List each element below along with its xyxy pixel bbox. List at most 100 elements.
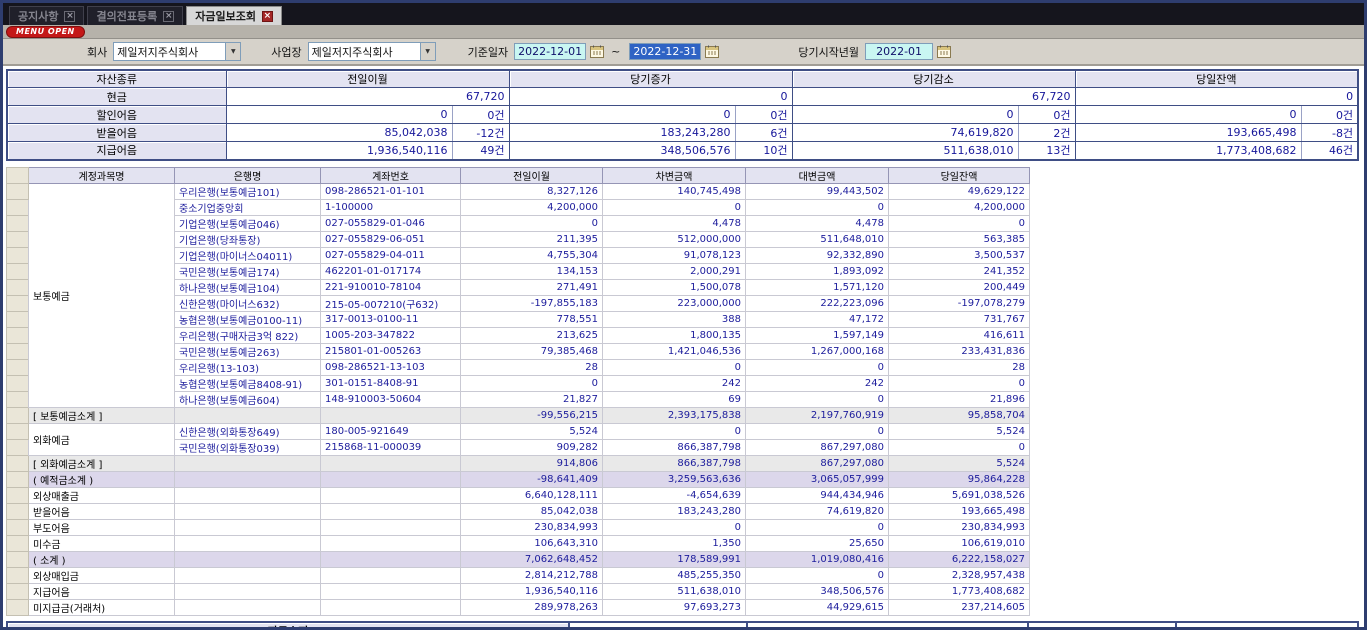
account-name-cell: [ 외화예금소계 ]	[29, 455, 175, 471]
business-site-value: 제일저지주식회사	[309, 44, 420, 60]
detail-row[interactable]: 외상매입금2,814,212,788485,255,35002,328,957,…	[7, 567, 1030, 583]
row-indicator[interactable]	[7, 551, 29, 567]
row-indicator[interactable]	[7, 599, 29, 615]
tab-fund-daily-report[interactable]: 자금일보조회 ×	[186, 6, 282, 25]
amount-cell: 193,665,498	[889, 503, 1030, 519]
asset-type-cell[interactable]: 받을어음	[7, 124, 226, 142]
column-header: 당일잔액	[889, 167, 1030, 183]
detail-row[interactable]: 외화예금신한은행(외화통장649)180-005-9216495,524005,…	[7, 423, 1030, 439]
row-indicator[interactable]	[7, 231, 29, 247]
asset-type-cell[interactable]: 할인어음	[7, 106, 226, 124]
row-indicator[interactable]	[7, 455, 29, 471]
amount-cell: 0	[746, 391, 889, 407]
amount-cell: 67,720	[226, 88, 509, 106]
account-name-cell: 외상매입금	[29, 567, 175, 583]
amount-cell: 69	[603, 391, 746, 407]
amount-cell: 0	[792, 106, 1018, 124]
amount-cell: 0	[746, 519, 889, 535]
amount-cell: 134,153	[461, 263, 603, 279]
row-indicator[interactable]	[7, 263, 29, 279]
row-indicator[interactable]	[7, 199, 29, 215]
date-from-input[interactable]: 2022-12-01	[514, 43, 586, 60]
amount-cell: 47,172	[746, 311, 889, 327]
row-indicator[interactable]	[7, 519, 29, 535]
row-indicator[interactable]	[7, 327, 29, 343]
row-indicator[interactable]	[7, 359, 29, 375]
amount-cell: 6,222,158,027	[889, 551, 1030, 567]
tab-notice[interactable]: 공지사항 ×	[9, 6, 84, 25]
close-icon[interactable]: ×	[262, 11, 273, 22]
detail-row[interactable]: 외상매출금6,640,128,111-4,654,639944,434,9465…	[7, 487, 1030, 503]
amount-cell: 3,065,057,999	[746, 471, 889, 487]
row-indicator[interactable]	[7, 583, 29, 599]
calendar-icon	[937, 45, 951, 58]
row-indicator[interactable]	[7, 391, 29, 407]
amount-cell: 211,395	[461, 231, 603, 247]
amount-cell: 230,834,993	[461, 519, 603, 535]
detail-row[interactable]: [ 보통예금소계 ]-99,556,2152,393,175,8382,197,…	[7, 407, 1030, 423]
company-value: 제일저지주식회사	[114, 44, 225, 60]
amount-cell: 242	[746, 375, 889, 391]
calendar-icon[interactable]	[935, 44, 952, 59]
detail-row[interactable]: 미수금106,643,3101,35025,650106,619,010	[7, 535, 1030, 551]
account-number-cell: 317-0013-0100-11	[321, 311, 461, 327]
account-number-cell: 462201-01-017174	[321, 263, 461, 279]
row-indicator[interactable]	[7, 439, 29, 455]
row-indicator[interactable]	[7, 311, 29, 327]
count-cell: -12건	[452, 124, 509, 142]
calendar-icon[interactable]	[588, 44, 605, 59]
close-icon[interactable]: ×	[64, 11, 75, 22]
row-indicator[interactable]	[7, 503, 29, 519]
detail-row[interactable]: 보통예금우리은행(보통예금101)098-286521-01-1018,327,…	[7, 183, 1030, 199]
row-indicator[interactable]	[7, 247, 29, 263]
detail-row[interactable]: 부도어음230,834,99300230,834,993	[7, 519, 1030, 535]
summary-header-row: 자산종류 전일이월 당기증가 당기감소 당일잔액	[7, 70, 1358, 88]
calendar-icon[interactable]	[703, 44, 720, 59]
amount-cell: 0	[889, 375, 1030, 391]
period-start-input[interactable]: 2022-01	[865, 43, 933, 60]
account-name-cell: 부도어음	[29, 519, 175, 535]
tab-voucher-entry[interactable]: 결의전표등록 ×	[87, 6, 183, 25]
asset-type-cell[interactable]: 지급어음	[7, 142, 226, 160]
menu-open-button[interactable]: MENU OPEN	[6, 26, 85, 38]
detail-row[interactable]: [ 외화예금소계 ]914,806866,387,798867,297,0805…	[7, 455, 1030, 471]
detail-row[interactable]: ( 소계 )7,062,648,452178,589,9911,019,080,…	[7, 551, 1030, 567]
bank-name-cell: 하나은행(보통예금104)	[175, 279, 321, 295]
row-indicator[interactable]	[7, 343, 29, 359]
row-indicator[interactable]	[7, 215, 29, 231]
amount-cell: 1,800,135	[603, 327, 746, 343]
row-indicator[interactable]	[7, 375, 29, 391]
detail-row[interactable]: 지급어음1,936,540,116511,638,010348,506,5761…	[7, 583, 1030, 599]
amount-cell: 0	[746, 359, 889, 375]
amount-cell: 95,858,704	[889, 407, 1030, 423]
row-indicator[interactable]	[7, 407, 29, 423]
detail-row[interactable]: 받을어음85,042,038183,243,28074,619,820193,6…	[7, 503, 1030, 519]
bank-name-cell: 우리은행(보통예금101)	[175, 183, 321, 199]
detail-row[interactable]: 미지급금(거래처)289,978,26397,693,27344,929,615…	[7, 599, 1030, 615]
amount-cell: 21,827	[461, 391, 603, 407]
row-indicator[interactable]	[7, 487, 29, 503]
asset-type-cell[interactable]: 현금	[7, 88, 226, 106]
account-number-cell	[321, 567, 461, 583]
row-indicator[interactable]	[7, 295, 29, 311]
row-indicator[interactable]	[7, 471, 29, 487]
amount-cell: 25,650	[746, 535, 889, 551]
row-indicator[interactable]	[7, 535, 29, 551]
company-select[interactable]: 제일저지주식회사 ▼	[113, 42, 241, 61]
close-icon[interactable]: ×	[163, 11, 174, 22]
detail-row[interactable]: ( 예적금소계 )-98,641,4093,259,563,6363,065,0…	[7, 471, 1030, 487]
amount-cell: 140,745,498	[603, 183, 746, 199]
bank-name-cell	[175, 535, 321, 551]
row-indicator[interactable]	[7, 423, 29, 439]
business-site-select[interactable]: 제일저지주식회사 ▼	[308, 42, 436, 61]
row-indicator[interactable]	[7, 567, 29, 583]
date-to-input[interactable]: 2022-12-31	[629, 43, 701, 60]
row-indicator[interactable]	[7, 183, 29, 199]
menu-strip: MENU OPEN	[3, 25, 1364, 39]
amount-cell: 0	[603, 199, 746, 215]
row-indicator[interactable]	[7, 279, 29, 295]
account-name-cell: 외상매출금	[29, 487, 175, 503]
amount-cell: 348,506,576	[746, 583, 889, 599]
account-number-cell	[321, 407, 461, 423]
amount-cell: 7,062,648,452	[461, 551, 603, 567]
